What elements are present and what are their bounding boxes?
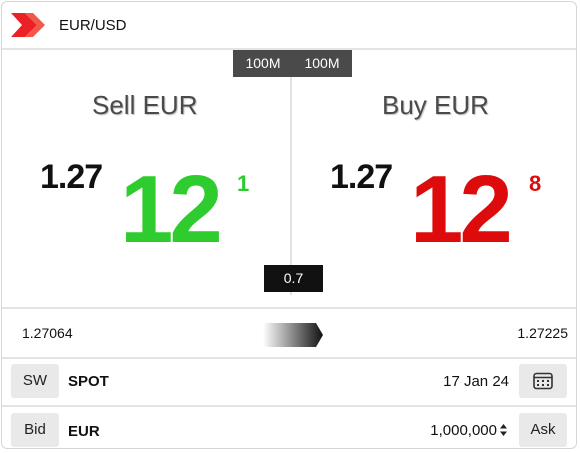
deal-currency[interactable]: EUR [68,423,100,440]
tenor-label: SPOT [68,373,109,390]
spread-badge: 0.7 [264,265,323,292]
sell-notional-badge: 100M [233,50,293,77]
sell-pips: 12 [120,156,223,263]
sw-button[interactable]: SW [11,364,59,398]
buy-title: Buy EUR [382,90,489,120]
calendar-icon [533,372,553,390]
divider [290,50,292,295]
price-range-row: 1.27064 1.27225 [2,307,576,359]
trade-tile: EUR/USD 100M 100M Sell EUR 1.27 12 1 Buy… [1,1,577,449]
calendar-button[interactable] [519,364,567,398]
currency-pair: EUR/USD [59,17,127,34]
range-low: 1.27064 [22,325,73,341]
tile-header: EUR/USD [2,2,576,50]
price-panel: 100M 100M Sell EUR 1.27 12 1 Buy EUR 1.2… [2,50,576,308]
bid-button[interactable]: Bid [11,413,59,447]
buy-tenth-pip: 8 [529,171,542,196]
range-high: 1.27225 [517,325,568,341]
buy-pips: 12 [410,156,513,263]
tenor-row: SW SPOT 17 Jan 24 [2,357,576,407]
sell-big-figure: 1.27 [40,158,103,196]
ask-button[interactable]: Ask [519,413,567,447]
buy-big-figure: 1.27 [330,158,393,196]
value-date: 17 Jan 24 [443,373,509,390]
sell-tenth-pip: 1 [237,171,250,196]
range-arrow-icon [263,323,323,347]
brand-logo-icon [11,13,45,37]
updown-stepper-icon[interactable] [499,422,508,438]
notional-amount-input[interactable]: 1,000,000 [430,422,497,439]
sell-title: Sell EUR [92,90,198,120]
deal-row: Bid EUR 1,000,000 Ask [2,407,576,448]
buy-notional-badge: 100M [292,50,352,77]
